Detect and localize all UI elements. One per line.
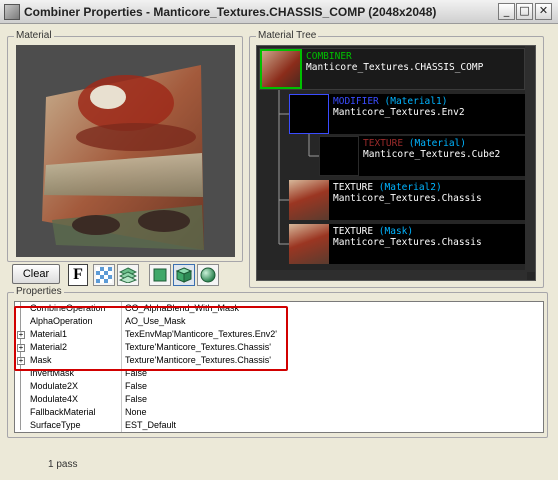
modifier-thumbnail	[289, 94, 329, 134]
property-name: FallbackMaterial	[30, 407, 96, 417]
node-type-label: TEXTURE (Material2)	[333, 182, 442, 193]
property-row[interactable]: FallbackMaterial None	[15, 407, 543, 419]
tree-node-texture-material2[interactable]: TEXTURE (Material2) Manticore_Textures.C…	[289, 180, 525, 220]
checkerboard-button[interactable]	[93, 264, 115, 286]
plane-icon	[153, 268, 167, 282]
tree-node-combiner[interactable]: COMBINER Manticore_Textures.CHASSIS_COMP	[259, 48, 525, 90]
cube-icon	[176, 267, 192, 283]
material-preview[interactable]	[16, 45, 235, 257]
property-row[interactable]: SurfaceType EST_Default	[15, 420, 543, 432]
material-tree-group: Material Tree COMBINER Manticore_Texture…	[249, 30, 544, 288]
chassis-texture-thumbnail	[289, 180, 329, 220]
sphere-preview-button[interactable]	[197, 264, 219, 286]
property-value[interactable]: False	[125, 381, 147, 391]
window-title: Combiner Properties - Manticore_Textures…	[24, 5, 437, 19]
property-value[interactable]: EST_Default	[125, 420, 176, 430]
node-type-label: MODIFIER (Material1)	[333, 96, 448, 107]
property-name: Modulate4X	[30, 394, 79, 404]
property-value[interactable]: False	[125, 394, 147, 404]
node-type-label: COMBINER	[306, 51, 352, 62]
app-icon	[4, 4, 20, 20]
highlight-box	[14, 306, 288, 371]
checkerboard-icon	[96, 267, 112, 283]
tree-node-modifier[interactable]: MODIFIER (Material1) Manticore_Textures.…	[289, 94, 525, 134]
node-path-label: Manticore_Textures.Cube2	[363, 149, 501, 160]
property-value[interactable]: None	[125, 407, 147, 417]
tree-vertical-scrollbar[interactable]	[525, 46, 535, 272]
tree-node-texture-cube[interactable]: TEXTURE (Material) Manticore_Textures.Cu…	[319, 136, 525, 176]
tree-node-texture-mask[interactable]: TEXTURE (Mask) Manticore_Textures.Chassi…	[289, 224, 525, 264]
font-f-icon: F	[73, 266, 83, 283]
node-type-label: TEXTURE (Material)	[363, 138, 466, 149]
node-path-label: Manticore_Textures.Chassis	[333, 193, 482, 204]
cube-texture-thumbnail	[319, 136, 359, 176]
material-tree-view[interactable]: COMBINER Manticore_Textures.CHASSIS_COMP…	[256, 45, 536, 281]
node-path-label: Manticore_Textures.Chassis	[333, 237, 482, 248]
node-path-label: Manticore_Textures.CHASSIS_COMP	[306, 62, 484, 73]
layers-icon	[119, 267, 137, 283]
cube-preview-button[interactable]	[173, 264, 195, 286]
clear-button[interactable]: Clear	[12, 264, 60, 284]
material-group: Material	[7, 30, 243, 262]
node-path-label: Manticore_Textures.Env2	[333, 107, 465, 118]
close-button[interactable]: ✕	[535, 3, 552, 20]
layers-button[interactable]	[117, 264, 139, 286]
fullbright-toggle-button[interactable]: F	[68, 264, 88, 286]
maximize-button[interactable]: □	[516, 3, 533, 20]
properties-label: Properties	[14, 286, 64, 297]
property-row[interactable]: Modulate4X False	[15, 394, 543, 406]
plane-preview-button[interactable]	[149, 264, 171, 286]
combiner-thumbnail	[260, 49, 302, 89]
property-row[interactable]: Modulate2X False	[15, 381, 543, 393]
title-bar: Combiner Properties - Manticore_Textures…	[0, 0, 558, 24]
sphere-icon	[200, 267, 216, 283]
property-name: SurfaceType	[30, 420, 81, 430]
node-type-label: TEXTURE (Mask)	[333, 226, 414, 237]
property-name: Modulate2X	[30, 381, 79, 391]
minimize-button[interactable]: _	[498, 3, 515, 20]
material-tree-label: Material Tree	[256, 30, 319, 41]
material-group-label: Material	[14, 30, 54, 41]
material-preview-image	[42, 65, 204, 250]
tree-horizontal-scrollbar[interactable]	[257, 270, 527, 280]
mask-texture-thumbnail	[289, 224, 329, 264]
status-text: 1 pass	[48, 459, 78, 470]
